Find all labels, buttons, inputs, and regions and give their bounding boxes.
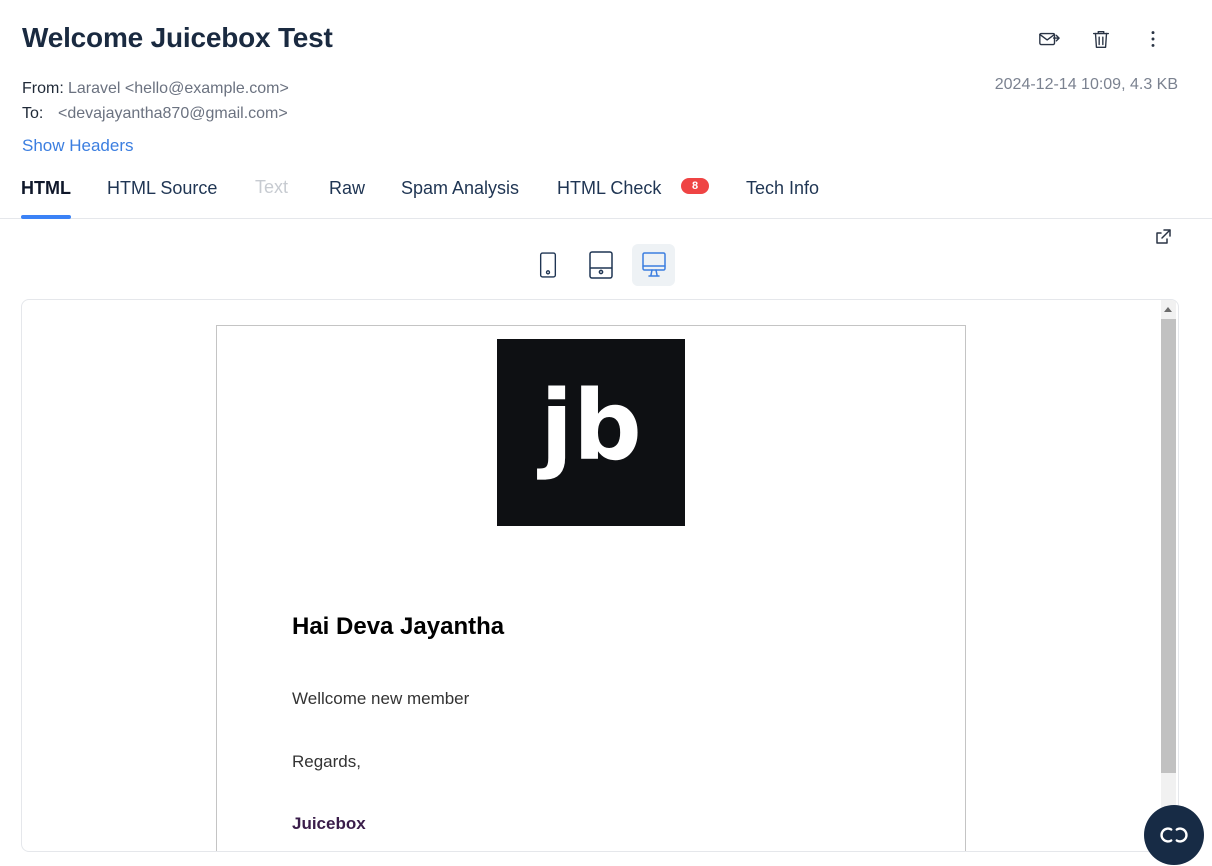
scroll-thumb[interactable] xyxy=(1161,319,1176,773)
to-value: <devajayantha870@gmail.com> xyxy=(58,105,288,122)
email-meta: From: Laravel <hello@example.com> To: <dev… xyxy=(22,76,289,126)
to-row: To: <devajayantha870@gmail.com> xyxy=(22,101,289,126)
html-check-count-badge: 8 xyxy=(681,178,709,194)
scroll-up-arrow-icon[interactable] xyxy=(1164,307,1172,312)
tab-spam-analysis[interactable]: Spam Analysis xyxy=(401,178,519,218)
mobile-view-icon[interactable] xyxy=(526,244,569,286)
from-value: Laravel <hello@example.com> xyxy=(68,80,289,97)
header-actions xyxy=(1036,26,1166,52)
tablet-view-icon[interactable] xyxy=(579,244,622,286)
device-switcher xyxy=(526,244,675,286)
from-label: From: xyxy=(22,80,64,97)
show-headers-link[interactable]: Show Headers xyxy=(22,136,134,156)
more-vertical-icon[interactable] xyxy=(1140,26,1166,52)
email-subject: Welcome Juicebox Test xyxy=(22,22,333,53)
infinity-icon xyxy=(1160,827,1188,843)
tab-bar: HTML HTML Source Text Raw Spam Analysis … xyxy=(0,170,1212,219)
brand-logo: jb xyxy=(497,339,685,526)
email-body: jb Hai Deva Jayantha Wellcome new member… xyxy=(216,325,966,851)
to-label: To: xyxy=(22,105,44,122)
from-row: From: Laravel <hello@example.com> xyxy=(22,76,289,101)
brand-logo-text: jb xyxy=(536,370,642,482)
chat-widget-button[interactable] xyxy=(1144,805,1204,865)
tab-text: Text xyxy=(255,177,289,197)
external-link-icon[interactable] xyxy=(1153,227,1173,247)
tab-html[interactable]: HTML xyxy=(21,178,71,219)
email-preview-frame: jb Hai Deva Jayantha Wellcome new member… xyxy=(21,299,1179,852)
desktop-view-icon[interactable] xyxy=(632,244,675,286)
body-line-welcome: Wellcome new member xyxy=(292,689,470,708)
trash-icon[interactable] xyxy=(1088,26,1114,52)
tab-html-source[interactable]: HTML Source xyxy=(107,178,217,218)
signoff-name: Juicebox xyxy=(292,814,366,833)
preview-scrollbar[interactable] xyxy=(1161,300,1176,851)
tab-html-check[interactable]: HTML Check xyxy=(557,178,661,218)
date-size: 2024-12-14 10:09, 4.3 KB xyxy=(994,76,1178,93)
tab-tech-info[interactable]: Tech Info xyxy=(746,178,819,218)
tab-raw[interactable]: Raw xyxy=(329,178,365,218)
greeting-heading: Hai Deva Jayantha xyxy=(292,613,505,640)
forward-mail-icon[interactable] xyxy=(1036,26,1062,52)
body-line-regards: Regards, xyxy=(292,752,361,771)
